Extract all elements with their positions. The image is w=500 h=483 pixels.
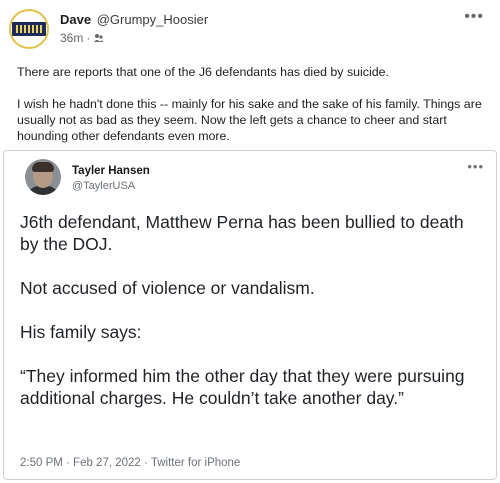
tweet-timestamp[interactable]: 2:50 PM · Feb 27, 2022 · Twitter for iPh… [20,457,240,469]
post-paragraph: I wish he hadn't done this -- mainly for… [17,97,482,143]
post-meta: 36m · [60,31,104,45]
post-text: There are reports that one of the J6 def… [17,64,487,160]
post-paragraph: There are reports that one of the J6 def… [17,65,389,79]
post-more-options-button[interactable]: ••• [464,8,484,26]
tweet-paragraph: Not accused of violence or vandalism. [20,278,315,298]
author-name[interactable]: Dave [60,12,91,27]
tweet-paragraph: “They informed him the other day that th… [20,366,465,408]
tweet-paragraph: His family says: [20,322,142,342]
social-post: Dave @Grumpy_Hoosier 36m · ••• There are… [0,0,500,483]
tweet-paragraph: J6th defendant, Matthew Perna has been b… [20,212,464,254]
tweet-more-options-button[interactable]: ••• [467,159,484,174]
author-avatar[interactable] [9,9,49,49]
embedded-tweet[interactable]: Tayler Hansen @TaylerUSA ••• J6th defend… [3,150,497,480]
tweet-author-name[interactable]: Tayler Hansen [72,165,150,177]
tweet-text: J6th defendant, Matthew Perna has been b… [20,211,486,431]
author-line: Dave @Grumpy_Hoosier [60,12,208,27]
post-time[interactable]: 36m [60,31,83,45]
tweet-author-avatar[interactable] [25,159,61,195]
audience-icon [93,33,104,44]
tweet-author-handle[interactable]: @TaylerUSA [72,180,135,192]
author-handle[interactable]: @Grumpy_Hoosier [97,12,208,27]
flag-icon [12,22,46,36]
